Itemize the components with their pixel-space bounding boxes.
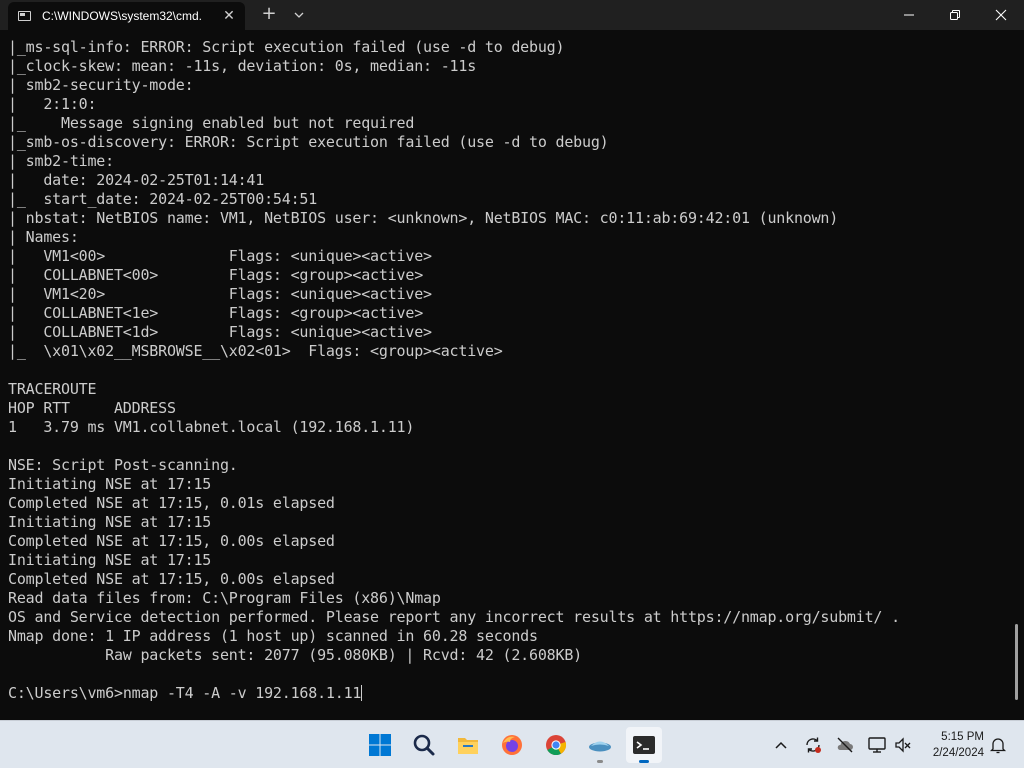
terminal-line: | COLLABNET<1d> Flags: <unique><active> [8,323,432,341]
sync-icon [806,737,821,753]
bell-icon [989,738,1007,754]
command-input[interactable]: nmap -T4 -A -v 192.168.1.11 [123,684,362,702]
output-lines: |_ms-sql-info: ERROR: Script execution f… [8,38,1012,684]
wireshark-app-button[interactable] [582,727,618,763]
chevron-up-icon [775,741,787,749]
terminal-line: | COLLABNET<00> Flags: <group><active> [8,266,424,284]
tab-cmd[interactable]: C:\WINDOWS\system32\cmd. ✕ [8,2,245,30]
sync-tray-button[interactable] [803,735,823,755]
chrome-icon [546,735,567,756]
firefox-button[interactable] [494,727,530,763]
restore-button[interactable] [932,0,978,30]
terminal-line: HOP RTT ADDRESS [8,399,176,417]
running-indicator [597,760,603,763]
terminal-line: | VM1<00> Flags: <unique><active> [8,247,432,265]
terminal-line: |_ start_date: 2024-02-25T00:54:51 [8,190,318,208]
terminal-line: Completed NSE at 17:15, 0.01s elapsed [8,494,335,512]
terminal-output[interactable]: |_ms-sql-info: ERROR: Script execution f… [8,38,1012,718]
onedrive-tray-button[interactable] [835,735,855,755]
terminal-button[interactable] [626,727,662,763]
search-icon [413,734,435,756]
terminal-line: 1 3.79 ms VM1.collabnet.local (192.168.1… [8,418,415,436]
restore-icon [950,10,960,20]
terminal-icon [633,736,655,754]
chrome-button[interactable] [538,727,574,763]
terminal-line: Initiating NSE at 17:15 [8,475,212,493]
fin-icon [589,741,611,752]
terminal-line: Nmap done: 1 IP address (1 host up) scan… [8,627,538,645]
notifications-button[interactable] [988,735,1008,755]
terminal-line: | date: 2024-02-25T01:14:41 [8,171,265,189]
prompt-path: C:\Users\vm6> [8,684,123,702]
close-window-button[interactable] [978,0,1024,30]
chevron-down-icon [294,12,304,18]
terminal-line: Initiating NSE at 17:15 [8,513,212,531]
tab-dropdown-button[interactable] [288,4,310,26]
firefox-icon [502,735,522,755]
cloud-off-icon [837,737,853,753]
terminal-line: | smb2-security-mode: [8,76,194,94]
search-button[interactable] [406,727,442,763]
tab-title: C:\WINDOWS\system32\cmd. [42,9,203,23]
minimize-icon [904,14,914,16]
terminal-line: OS and Service detection performed. Plea… [8,608,900,626]
terminal-line: Raw packets sent: 2077 (95.080KB) | Rcvd… [8,646,582,664]
terminal-line: |_smb-os-discovery: ERROR: Script execut… [8,133,609,151]
terminal-line: Read data files from: C:\Program Files (… [8,589,441,607]
terminal-line: | COLLABNET<1e> Flags: <group><active> [8,304,424,322]
network-tray-button[interactable] [867,735,887,755]
terminal-line: Initiating NSE at 17:15 [8,551,212,569]
terminal-window: C:\WINDOWS\system32\cmd. ✕ + |_ms-sql-in… [0,0,1024,720]
terminal-line: | smb2-time: [8,152,114,170]
terminal-line: |_ms-sql-info: ERROR: Script execution f… [8,38,565,56]
show-hidden-icons-button[interactable] [771,735,791,755]
clock-date: 2/24/2024 [932,747,984,759]
volume-tray-button[interactable] [893,735,913,755]
close-tab-button[interactable]: ✕ [219,6,239,26]
new-tab-button[interactable]: + [258,4,280,26]
command-prompt[interactable]: C:\Users\vm6>nmap -T4 -A -v 192.168.1.11 [8,684,1012,703]
clock-time: 5:15 PM [941,731,984,743]
volume-muted-icon [895,737,911,753]
terminal-line: | Names: [8,228,79,246]
terminal-line: | nbstat: NetBIOS name: VM1, NetBIOS use… [8,209,839,227]
terminal-line: |_ \x01\x02__MSBROWSE__\x02<01> Flags: <… [8,342,503,360]
terminal-line: Completed NSE at 17:15, 0.00s elapsed [8,532,335,550]
taskbar-clock[interactable]: 5:15 PM 2/24/2024 [920,729,984,761]
start-button[interactable] [362,727,398,763]
folder-icon [458,738,478,754]
windows-icon [369,734,391,756]
terminal-line: | 2:1:0: [8,95,97,113]
terminal-line: NSE: Script Post-scanning. [8,456,238,474]
close-icon [995,9,1007,21]
taskbar: 5:15 PM 2/24/2024 [0,720,1024,768]
terminal-line: | VM1<20> Flags: <unique><active> [8,285,432,303]
network-icon [868,737,886,753]
cmd-icon [18,11,31,21]
terminal-line: |_ Message signing enabled but not requi… [8,114,415,132]
terminal-line: |_clock-skew: mean: -11s, deviation: 0s,… [8,57,477,75]
text-cursor [361,685,363,701]
active-indicator [639,760,649,763]
title-bar[interactable]: C:\WINDOWS\system32\cmd. ✕ + [0,0,1024,30]
scrollbar-thumb[interactable] [1015,624,1018,700]
minimize-button[interactable] [886,0,932,30]
terminal-line: Completed NSE at 17:15, 0.00s elapsed [8,570,335,588]
terminal-line: TRACEROUTE [8,380,97,398]
file-explorer-button[interactable] [450,727,486,763]
